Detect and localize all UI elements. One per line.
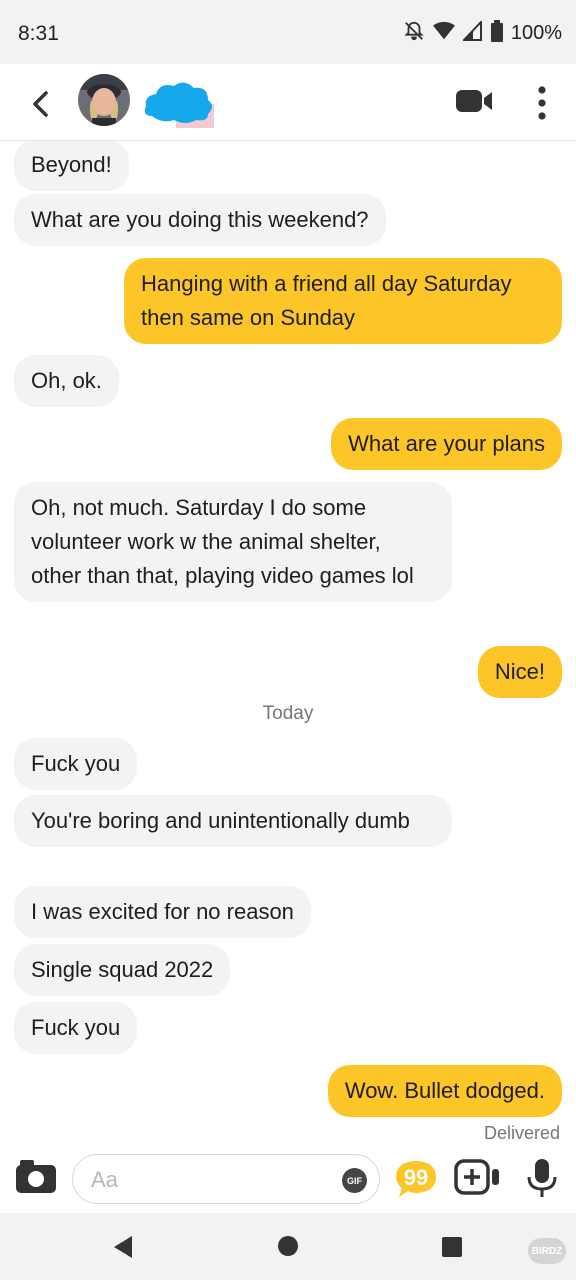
nav-back-icon (114, 1236, 132, 1258)
add-media-icon (454, 1159, 499, 1195)
nav-recents-button[interactable] (441, 1236, 463, 1263)
message-input-placeholder: Aa (91, 1167, 118, 1192)
message-incoming[interactable]: I was excited for no reason (14, 886, 311, 938)
message-incoming[interactable]: Single squad 2022 (14, 944, 231, 996)
conversation-header (0, 64, 576, 141)
message-incoming[interactable]: Fuck you (14, 738, 138, 790)
quote-icon: 99 (396, 1161, 436, 1197)
back-button[interactable] (22, 86, 58, 122)
gif-icon[interactable]: GIF (342, 1168, 367, 1193)
contact-name-redacted (142, 78, 218, 135)
avatar[interactable] (78, 74, 130, 126)
nav-recents-icon (442, 1237, 462, 1257)
message-outgoing[interactable]: Wow. Bullet dodged. (327, 1065, 562, 1117)
video-call-button[interactable] (456, 88, 496, 118)
camera-button[interactable] (14, 1159, 58, 1200)
watermark-logo: BIRDZ (528, 1238, 566, 1264)
wifi-icon (432, 21, 455, 46)
message-composer: Aa GIF 99 (0, 1151, 576, 1213)
battery-icon (490, 20, 503, 47)
video-call-icon (456, 90, 492, 112)
mute-bell-icon (403, 20, 425, 47)
status-icons: 100% (403, 19, 562, 47)
nav-back-button[interactable] (112, 1235, 134, 1264)
status-time: 8:31 (18, 22, 59, 45)
message-list[interactable]: Beyond! What are you doing this weekend?… (0, 141, 576, 1151)
camera-icon (16, 1160, 56, 1193)
message-incoming[interactable]: Oh, ok. (14, 355, 119, 407)
message-incoming[interactable]: Beyond! (14, 141, 129, 191)
system-nav-bar (0, 1213, 576, 1280)
message-outgoing[interactable]: Nice! (477, 646, 562, 698)
nav-home-button[interactable] (277, 1235, 299, 1262)
message-outgoing[interactable]: What are your plans (331, 418, 562, 470)
microphone-button[interactable] (526, 1157, 558, 1204)
status-bar: 8:31 100% (0, 0, 576, 64)
delivered-status: Delivered (483, 1123, 560, 1143)
quote-button[interactable]: 99 (394, 1159, 438, 1204)
message-incoming[interactable]: Fuck you (14, 1002, 138, 1054)
microphone-icon (527, 1159, 557, 1197)
message-input[interactable]: Aa GIF (72, 1154, 380, 1204)
nav-home-icon (278, 1236, 298, 1256)
svg-text:99: 99 (404, 1165, 428, 1190)
message-incoming[interactable]: What are you doing this weekend? (14, 194, 386, 246)
day-separator: Today (262, 703, 314, 724)
battery-percent: 100% (510, 22, 562, 44)
back-arrow-icon (33, 91, 48, 117)
message-outgoing[interactable]: Hanging with a friend all day Saturday t… (124, 258, 562, 344)
message-incoming[interactable]: You're boring and unintentionally dumb (14, 795, 452, 847)
more-vertical-icon (538, 86, 546, 120)
signal-icon (461, 19, 483, 46)
message-incoming[interactable]: Oh, not much. Saturday I do some volunte… (14, 482, 452, 602)
more-options-button[interactable] (528, 84, 556, 122)
add-media-button[interactable] (454, 1159, 502, 1200)
